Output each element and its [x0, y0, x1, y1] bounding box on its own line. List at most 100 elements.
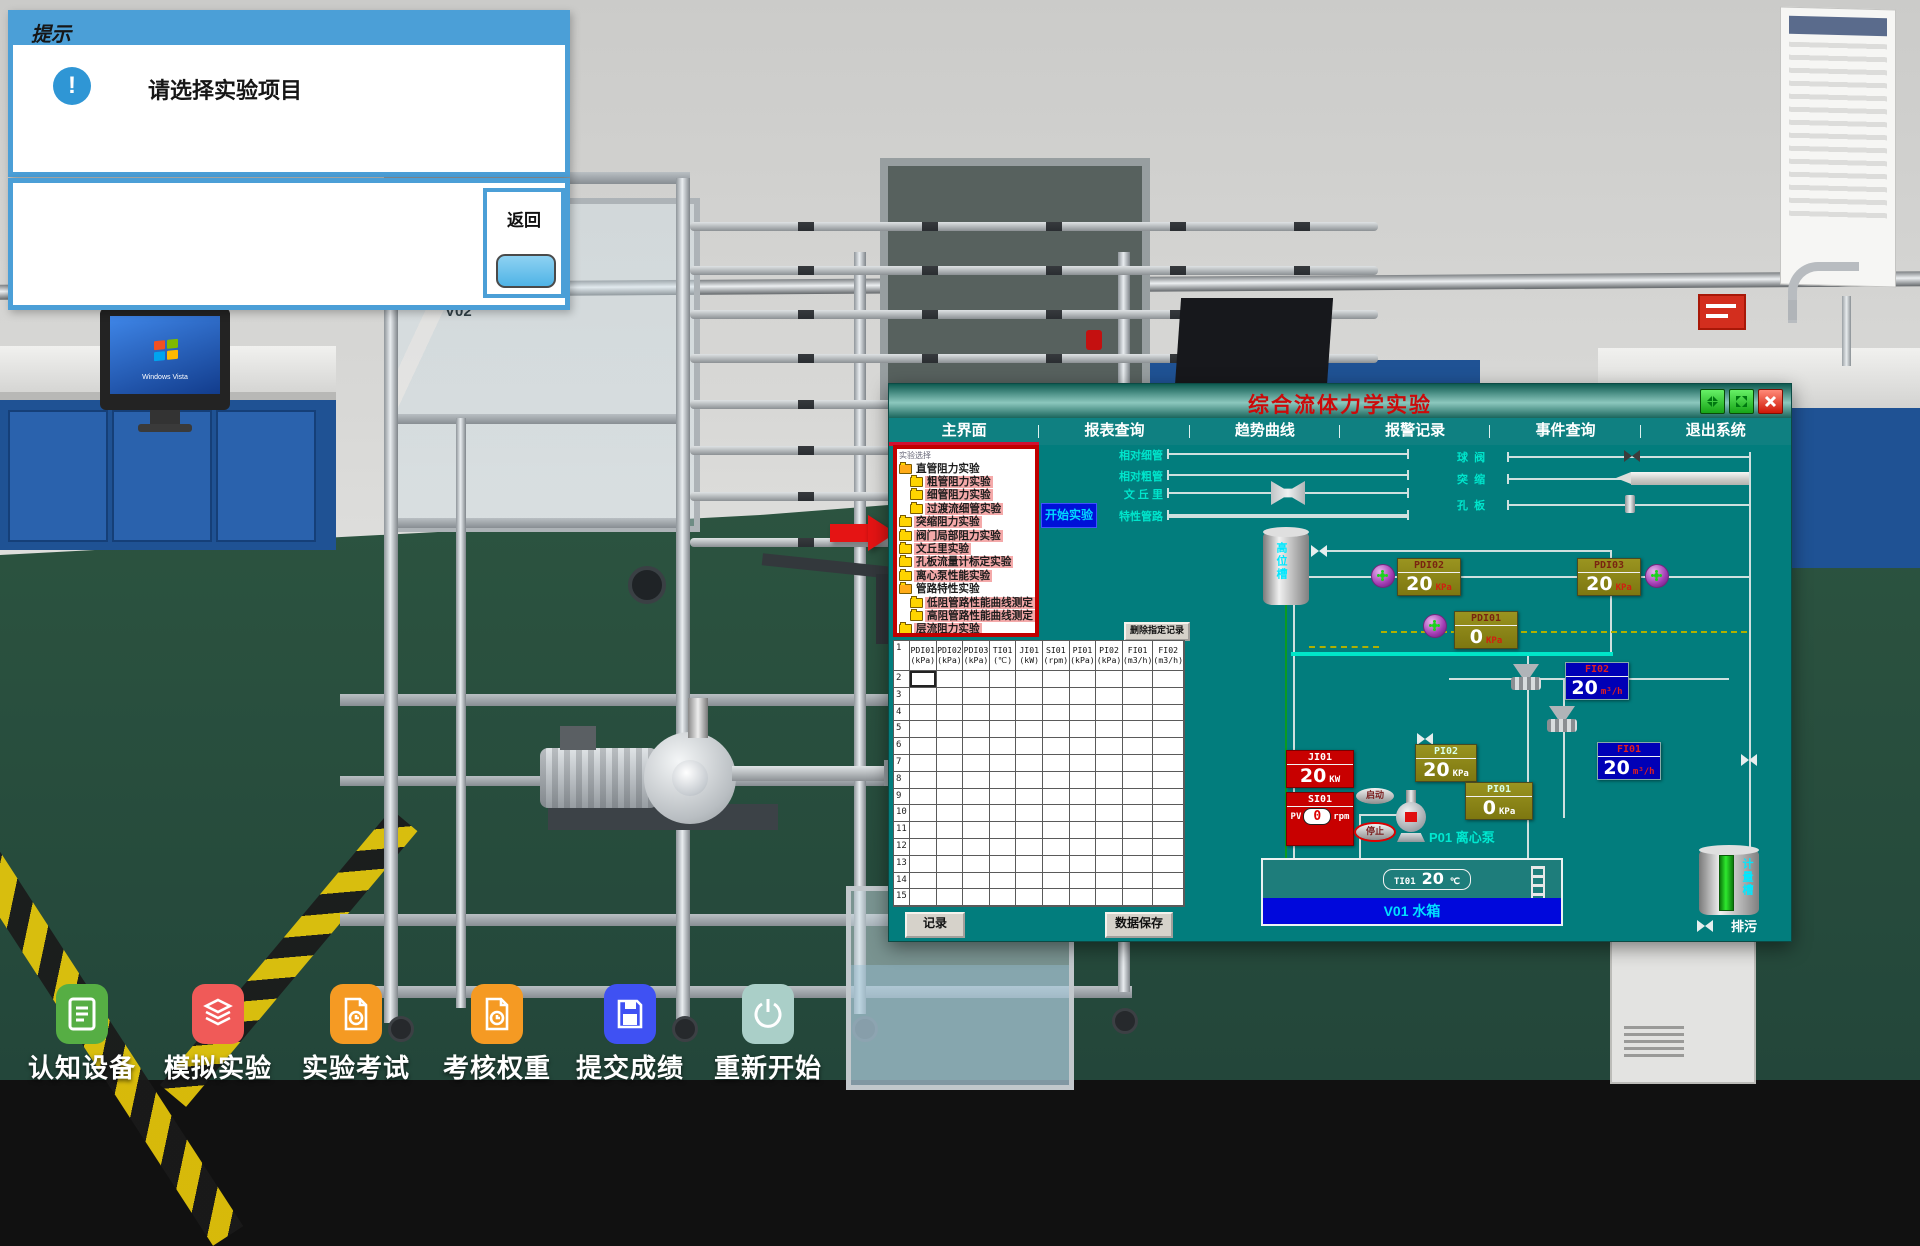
table-cell[interactable]	[1070, 772, 1097, 789]
start-experiment-button[interactable]: 开始实验	[1041, 503, 1097, 528]
table-cell[interactable]	[1096, 889, 1123, 906]
table-cell[interactable]	[1043, 856, 1070, 873]
tree-item-valve-local-resistance[interactable]: 阀门局部阻力实验	[897, 529, 1035, 542]
table-cell[interactable]	[1123, 755, 1154, 772]
table-cell[interactable]	[1153, 839, 1184, 856]
table-cell[interactable]	[1096, 856, 1123, 873]
table-cell[interactable]	[963, 789, 990, 806]
tree-item-low-resistance-pipeline-curve[interactable]: 低阻管路性能曲线测定	[897, 596, 1035, 609]
tab-exit-system[interactable]: 退出系统	[1641, 418, 1791, 445]
table-cell[interactable]	[1096, 738, 1123, 755]
table-cell[interactable]	[1070, 873, 1097, 890]
table-cell[interactable]	[1123, 721, 1154, 738]
table-cell[interactable]	[1153, 755, 1184, 772]
table-cell[interactable]	[1070, 755, 1097, 772]
table-cell[interactable]	[1153, 772, 1184, 789]
tab-trend-curve[interactable]: 趋势曲线	[1190, 418, 1340, 445]
table-cell[interactable]	[1043, 839, 1070, 856]
table-cell[interactable]	[1043, 721, 1070, 738]
tree-item-laminar-flow-resistance[interactable]: 层流阻力实验	[897, 623, 1035, 636]
tree-item-pipeline-characteristics[interactable]: 管路特性实验	[897, 583, 1035, 596]
tree-item-fine-pipe-resistance[interactable]: 细管阻力实验	[897, 489, 1035, 502]
toolbar-item-submit-score[interactable]: 提交成绩	[560, 984, 700, 1085]
table-cell[interactable]	[1123, 873, 1154, 890]
table-cell[interactable]	[1016, 839, 1043, 856]
table-cell[interactable]	[1043, 805, 1070, 822]
toolbar-item-cognize-device[interactable]: 认知设备	[12, 984, 152, 1085]
table-cell[interactable]	[1123, 671, 1154, 688]
table-cell[interactable]	[1016, 755, 1043, 772]
close-icon[interactable]	[1758, 389, 1783, 414]
table-cell[interactable]	[1070, 839, 1097, 856]
record-button[interactable]: 记录	[905, 912, 965, 938]
toolbar-item-assessment-weight[interactable]: 考核权重	[427, 984, 567, 1085]
table-cell[interactable]	[1043, 822, 1070, 839]
table-cell[interactable]	[1096, 839, 1123, 856]
table-cell[interactable]	[1016, 856, 1043, 873]
table-cell[interactable]	[1153, 805, 1184, 822]
table-cell[interactable]	[1070, 889, 1097, 906]
table-cell[interactable]	[1123, 839, 1154, 856]
delete-record-button[interactable]: 删除指定记录	[1124, 622, 1190, 641]
table-cell[interactable]	[1123, 805, 1154, 822]
table-cell[interactable]	[1153, 738, 1184, 755]
table-cell[interactable]	[910, 856, 937, 873]
table-cell[interactable]	[910, 789, 937, 806]
table-cell[interactable]	[1153, 822, 1184, 839]
table-cell[interactable]	[1070, 738, 1097, 755]
toolbar-item-simulate-experiment[interactable]: 模拟实验	[148, 984, 288, 1085]
table-cell[interactable]	[937, 755, 964, 772]
table-cell[interactable]	[910, 688, 937, 705]
table-cell[interactable]	[910, 705, 937, 722]
tab-alarm-record[interactable]: 报警记录	[1340, 418, 1490, 445]
table-cell[interactable]	[1096, 671, 1123, 688]
table-cell[interactable]	[963, 738, 990, 755]
table-cell[interactable]	[937, 873, 964, 890]
table-cell[interactable]	[937, 856, 964, 873]
table-cell[interactable]	[990, 805, 1017, 822]
table-cell[interactable]	[910, 738, 937, 755]
table-cell[interactable]	[1096, 873, 1123, 890]
table-cell[interactable]	[990, 772, 1017, 789]
table-cell[interactable]	[910, 889, 937, 906]
table-cell[interactable]	[963, 671, 990, 688]
tab-event-query[interactable]: 事件查询	[1490, 418, 1640, 445]
table-cell[interactable]	[963, 839, 990, 856]
table-cell[interactable]	[990, 688, 1017, 705]
table-cell[interactable]	[1016, 671, 1043, 688]
table-cell[interactable]	[1096, 822, 1123, 839]
table-cell[interactable]	[1043, 889, 1070, 906]
table-cell[interactable]	[937, 789, 964, 806]
table-cell[interactable]	[1016, 873, 1043, 890]
toolbar-item-experiment-exam[interactable]: 实验考试	[286, 984, 426, 1085]
table-cell[interactable]	[963, 873, 990, 890]
table-cell[interactable]	[1043, 789, 1070, 806]
table-cell[interactable]	[1070, 856, 1097, 873]
table-cell[interactable]	[937, 721, 964, 738]
table-cell[interactable]	[990, 839, 1017, 856]
table-cell[interactable]	[1123, 789, 1154, 806]
table-cell[interactable]	[963, 705, 990, 722]
table-cell[interactable]	[1043, 688, 1070, 705]
table-cell[interactable]	[963, 772, 990, 789]
pump-stop-button[interactable]: 停止	[1356, 824, 1394, 840]
table-cell[interactable]	[1070, 789, 1097, 806]
pump-icon[interactable]	[1394, 790, 1428, 842]
table-cell[interactable]	[990, 721, 1017, 738]
table-cell[interactable]	[1153, 889, 1184, 906]
table-cell[interactable]	[1153, 721, 1184, 738]
table-cell[interactable]	[1016, 822, 1043, 839]
table-cell[interactable]	[1016, 772, 1043, 789]
table-cell[interactable]	[937, 889, 964, 906]
table-cell[interactable]	[1123, 772, 1154, 789]
table-cell[interactable]	[910, 839, 937, 856]
tab-report-query[interactable]: 报表查询	[1039, 418, 1189, 445]
table-cell[interactable]	[1153, 873, 1184, 890]
table-cell[interactable]	[910, 671, 937, 688]
table-cell[interactable]	[963, 805, 990, 822]
table-cell[interactable]	[990, 705, 1017, 722]
table-cell[interactable]	[1153, 789, 1184, 806]
table-cell[interactable]	[1096, 805, 1123, 822]
table-cell[interactable]	[937, 738, 964, 755]
table-cell[interactable]	[963, 755, 990, 772]
